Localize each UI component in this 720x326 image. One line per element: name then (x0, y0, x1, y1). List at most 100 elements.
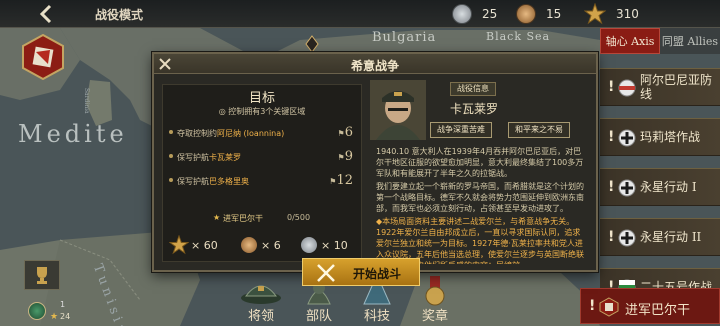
campaign-description: 1940.10 意大利人在1939年4月吞并阿尔巴尼亚后，对巴尔干地区征服的欲望… (376, 146, 586, 264)
objective-value: ⚑12 (329, 173, 353, 188)
objectives-subtitle: ◎ 控制拥有3个关键区域 (163, 106, 361, 117)
mission-item[interactable]: ! 永星行动 II (600, 218, 720, 256)
dialog-title: 希意战争 (350, 59, 399, 73)
flag-marker-icon: ⚑ (337, 129, 345, 138)
start-button-label: 开始战斗 (353, 267, 402, 281)
player-stars: 24 (60, 312, 71, 321)
alert-icon: ! (608, 129, 615, 145)
reward-value: × 6 (261, 239, 281, 252)
mission-item[interactable]: ! 玛莉塔作战 (600, 118, 720, 156)
objectives-title: 目标 (248, 91, 275, 106)
objective-text: 保写护航卡瓦莱罗 (177, 153, 241, 162)
description-paragraph: ◆本场局面资料主要讲述二战爱尔兰，与希意战争无关。1922年爱尔兰自由邦成立后，… (376, 217, 584, 264)
reward-row: × 60 × 6 × 10 (167, 231, 367, 261)
silver-medal-icon (301, 237, 317, 253)
description-paragraph: 1940.10 意大利人在1939年4月吞并阿尔巴尼亚后，对巴尔干地区征服的欲望… (376, 147, 584, 178)
flag-marker-icon: ⚑ (337, 153, 345, 162)
resource-gold: 310 (584, 3, 639, 25)
intel-tag: 战役信息 (450, 82, 496, 96)
mission-item[interactable]: ! 阿尔巴尼亚防线 (600, 68, 720, 106)
officer-cap-icon (241, 285, 281, 304)
general-name: 卡瓦莱罗 (450, 102, 499, 116)
faction-tabs: 轴心 Axis 同盟 Allies (600, 28, 720, 54)
iron-cross-icon (618, 229, 636, 247)
iron-cross-icon (618, 129, 636, 147)
objective-row: 保写护航卡瓦莱罗 ⚑9 (163, 149, 361, 167)
start-battle-button[interactable]: 开始战斗 (302, 258, 420, 286)
mission-label: 永星行动 I (640, 180, 697, 194)
objective-row: 保写护航巴多格里奥 ⚑12 (163, 173, 361, 191)
gold-star-icon (584, 3, 606, 25)
advance-progress-row: ★ 进军巴尔干 0/500 (163, 213, 361, 229)
map-label-mediterranean: Medite (18, 120, 128, 148)
faction-emblem-icon (599, 297, 619, 317)
advance-label: 进军巴尔干 (223, 214, 263, 223)
nav-label: 部队 (305, 309, 332, 324)
map-label-sardinia: Sardinia (83, 88, 90, 114)
alert-icon: ! (608, 179, 615, 195)
alert-icon: ! (608, 79, 615, 95)
star-icon: ★ (50, 312, 59, 322)
resource-gold-value: 310 (616, 7, 639, 21)
crossed-swords-icon (317, 264, 335, 282)
trait-badge: 战争深重苦难 (430, 122, 492, 138)
back-button[interactable] (28, 2, 64, 26)
mission-list: ! 阿尔巴尼亚防线 ! 玛莉塔作战 ! 永星行动 I ! 永星行动 II ! 二… (600, 68, 720, 306)
objectives-panel: 目标 ◎ 控制拥有3个关键区域 夺取控制约阿尼纳 (Ioannina) ⚑6 保… (162, 84, 362, 262)
advance-balkans-tab[interactable]: ! 进军巴尔干 (580, 288, 720, 324)
nav-label: 奖章 (421, 309, 448, 324)
top-bar: 战役模式 25 15 310 (0, 0, 720, 28)
bullet-icon (169, 130, 173, 134)
gold-star-medal-icon (169, 235, 189, 255)
objective-text: 保写护航巴多格里奥 (177, 177, 249, 186)
battle-dialog: 希意战争 目标 ◎ 控制拥有3个关键区域 夺取控制约阿尼纳 (Ioannina)… (152, 52, 598, 272)
mission-label: 永星行动 II (640, 230, 702, 244)
description-paragraph: 我们要建立起一个崭新的罗马帝国，而希腊就是这个计划的第一个战略目标。德军不久就会… (376, 182, 584, 213)
bullet-icon (169, 178, 173, 182)
chevron-left-icon (39, 4, 52, 24)
silver-medal-icon (452, 4, 472, 24)
objective-value: ⚑6 (337, 125, 353, 140)
bronze-medal-icon (241, 237, 257, 253)
mission-item[interactable]: ! 永星行动 I (600, 168, 720, 206)
player-level: 1 (60, 300, 66, 309)
nav-label: 将领 (247, 309, 274, 324)
general-portrait-icon (370, 80, 426, 140)
resource-silver-value: 25 (482, 7, 498, 21)
iron-cross-icon (618, 179, 636, 197)
tab-axis[interactable]: 轴心 Axis (600, 28, 660, 54)
player-rank[interactable]: 1 ★ 24 (28, 300, 78, 324)
reward-value: × 60 (191, 239, 218, 252)
trait-badge: 和平来之不易 (508, 122, 570, 138)
tab-allies[interactable]: 同盟 Allies (660, 28, 720, 54)
trophy-icon (37, 267, 47, 284)
map-label-bulgaria: Bulgaria (372, 30, 437, 45)
dialog-header: 希意战争 (154, 54, 596, 74)
resource-bronze-value: 15 (546, 7, 562, 21)
faction-emblem-icon (22, 33, 64, 81)
page-title: 战役模式 (95, 8, 144, 22)
star-icon: ★ (213, 213, 221, 222)
nav-generals[interactable]: 将领 (238, 274, 284, 324)
reward-value: × 10 (321, 239, 348, 252)
bullet-icon (169, 154, 173, 158)
objective-row: 夺取控制约阿尼纳 (Ioannina) ⚑6 (163, 125, 361, 143)
mission-label: 玛莉塔作战 (640, 130, 701, 144)
mission-label: 阿尔巴尼亚防线 (640, 73, 713, 101)
advance-progress: 0/500 (287, 213, 311, 222)
resource-bronze: 15 (516, 3, 561, 25)
alert-icon: ! (608, 229, 615, 245)
objective-value: ⚑9 (337, 149, 353, 164)
flag-icon (618, 79, 636, 97)
objective-text: 夺取控制约阿尼纳 (Ioannina) (177, 129, 285, 138)
map-label-black-sea: Black Sea (486, 30, 551, 43)
target-icon: ◎ (218, 107, 226, 116)
trophy-button[interactable] (24, 260, 60, 290)
faction-emblem[interactable] (20, 33, 66, 81)
avatar (28, 302, 46, 320)
bronze-medal-icon (516, 4, 536, 24)
nav-label: 科技 (363, 309, 390, 324)
objectives-subtitle-text: 控制拥有3个关键区域 (228, 107, 306, 116)
alert-icon: ! (589, 298, 596, 314)
general-portrait[interactable] (370, 80, 426, 140)
